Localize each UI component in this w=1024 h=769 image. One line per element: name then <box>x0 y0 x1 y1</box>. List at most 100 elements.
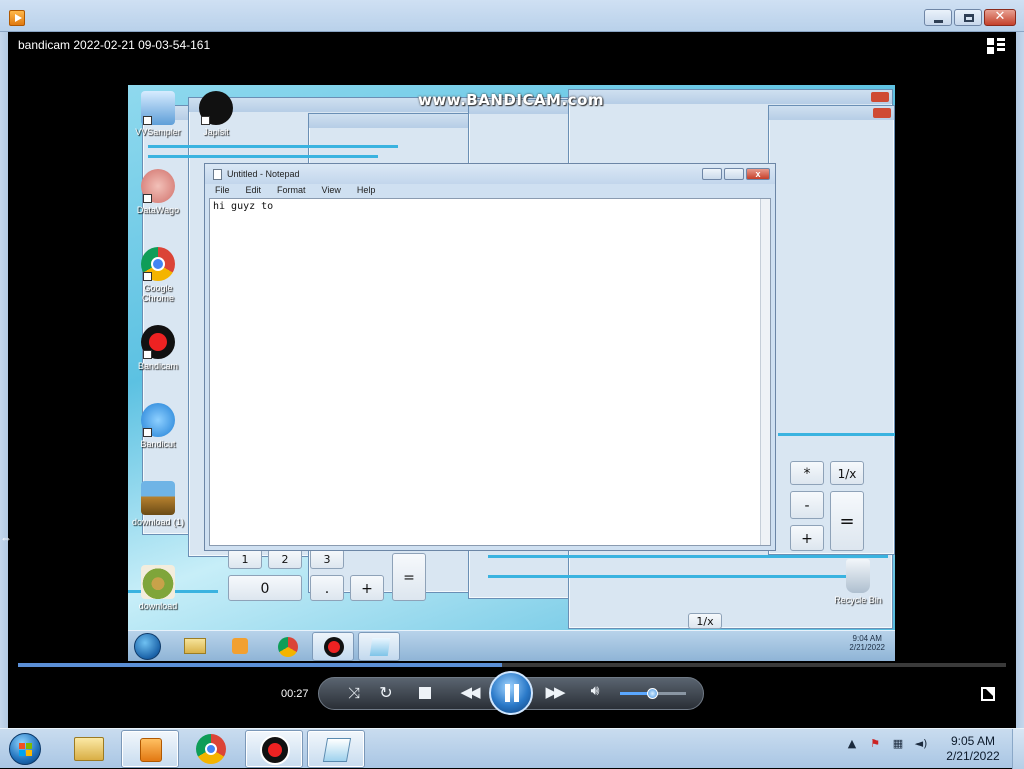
desktop-icon-bandicut[interactable]: Bandicut <box>128 403 188 449</box>
desktop-icon-vvsampler[interactable]: VVSampler <box>128 91 188 137</box>
switch-to-library-icon[interactable] <box>987 38 1005 54</box>
pause-button[interactable] <box>489 671 533 715</box>
chrome-icon <box>196 734 226 764</box>
volume-handle[interactable] <box>647 688 658 699</box>
menu-format[interactable]: Format <box>271 185 306 197</box>
notepad-maximize-button[interactable] <box>724 168 744 180</box>
bandicam-record-icon <box>141 325 175 359</box>
volume-icon[interactable]: 🔊︎ <box>585 683 605 699</box>
calc-key: 3 <box>310 549 344 569</box>
bandicam-record-icon <box>260 735 290 765</box>
repeat-icon[interactable]: ↻ <box>376 683 396 702</box>
seek-bar[interactable] <box>18 663 1006 667</box>
video-frame[interactable]: 0 . + = 1 2 3 * 1/x - + = 1/x www.BANDIC… <box>128 85 895 661</box>
seek-progress <box>18 663 503 667</box>
network-icon[interactable]: ▦ <box>891 737 905 751</box>
fingerprint-icon <box>141 169 175 203</box>
previous-icon[interactable]: ◀◀ <box>455 683 483 701</box>
volume-slider[interactable] <box>620 688 686 699</box>
clock-time: 9:05 AM <box>950 734 996 748</box>
chrome-icon <box>141 247 175 281</box>
close-icon: ✕ <box>994 9 1006 24</box>
calc-key: 0 <box>228 575 302 601</box>
windows-logo-icon <box>9 733 41 765</box>
taskbar-chrome-button[interactable] <box>182 730 240 768</box>
taskbar-media-player-button[interactable] <box>121 730 179 768</box>
window-frame-left <box>0 32 8 728</box>
folder-icon <box>74 737 104 761</box>
minimize-icon <box>934 20 943 23</box>
maximize-button[interactable] <box>954 9 982 26</box>
recorded-chrome-icon <box>266 632 308 661</box>
desktop-icon-datawago[interactable]: DataWago <box>128 169 188 215</box>
media-title: bandicam 2022-02-21 09-03-54-161 <box>18 38 211 52</box>
media-player-app-icon[interactable] <box>9 10 25 26</box>
recorded-bandicam-icon <box>312 632 354 661</box>
calc-key: + <box>790 525 824 551</box>
menu-help[interactable]: Help <box>351 185 376 197</box>
menu-edit[interactable]: Edit <box>240 185 262 197</box>
taskbar-bandicam-button[interactable] <box>245 730 303 768</box>
japisit-icon <box>199 91 233 125</box>
menu-file[interactable]: File <box>209 185 230 197</box>
shuffle-icon[interactable]: ⤨ <box>344 684 364 702</box>
desktop-icon-bandicam[interactable]: Bandicam <box>128 325 188 371</box>
calc-key: * <box>790 461 824 485</box>
notepad-title: Untitled - Notepad <box>227 169 300 179</box>
recorded-player-icon <box>220 632 262 661</box>
timecode: 00:27 <box>281 688 309 700</box>
computer-icon <box>141 91 175 125</box>
close-button[interactable]: ✕ <box>984 9 1016 26</box>
bandicut-icon <box>141 403 175 437</box>
notepad-scrollbar[interactable] <box>760 199 770 545</box>
clock-date: 2/21/2022 <box>946 749 1000 763</box>
calc-key: 1 <box>228 549 262 569</box>
pause-icon <box>505 684 519 702</box>
window-titlebar[interactable]: ✕ <box>0 0 1024 32</box>
show-hidden-icons-icon[interactable]: ▲ <box>845 737 859 751</box>
notepad-content: hi guyz to <box>213 201 274 212</box>
calc-key: 1/x <box>830 461 864 485</box>
taskbar-notepad-button[interactable] <box>307 730 365 768</box>
stop-icon[interactable] <box>419 687 431 699</box>
avocado-image-icon <box>141 565 175 599</box>
menu-view[interactable]: View <box>316 185 341 197</box>
resize-cursor-icon: ⇔ <box>0 531 12 545</box>
notepad-minimize-button[interactable] <box>702 168 722 180</box>
desktop-icon-download-1[interactable]: download (1) <box>128 481 188 527</box>
volume-tray-icon[interactable]: ◄) <box>914 737 928 751</box>
recorded-explorer-icon <box>174 632 216 661</box>
notepad-text-area[interactable]: hi guyz to <box>209 198 771 546</box>
calc-key: 1/x <box>688 613 722 629</box>
calc-key: = <box>830 491 864 551</box>
notepad-titlebar[interactable]: Untitled - Notepad x <box>205 164 775 184</box>
desktop-icon-download[interactable]: download <box>128 565 188 611</box>
notepad-window[interactable]: Untitled - Notepad x File Edit Format Vi… <box>204 163 776 551</box>
desktop-icon-japisit[interactable]: Japisit <box>186 91 246 137</box>
start-button[interactable] <box>6 731 46 767</box>
calc-key: = <box>392 553 426 601</box>
fullscreen-icon[interactable] <box>981 687 995 701</box>
calc-key: . <box>310 575 344 601</box>
desktop-icon-recycle-bin[interactable]: Recycle Bin <box>828 559 888 605</box>
recorded-clock: 9:04 AM 2/21/2022 <box>849 634 885 652</box>
notepad-close-button[interactable]: x <box>746 168 770 180</box>
next-icon[interactable]: ▶▶ <box>540 683 568 701</box>
taskbar-clock[interactable]: 9:05 AM 2/21/2022 <box>938 734 1008 764</box>
show-desktop-button[interactable] <box>1012 729 1024 769</box>
image-thumbnail-icon <box>141 481 175 515</box>
ghost-window <box>768 105 895 555</box>
taskbar-explorer-button[interactable] <box>60 730 118 768</box>
recorded-start-icon <box>134 633 161 660</box>
action-center-flag-icon[interactable]: ⚑ <box>868 737 882 751</box>
calc-key: - <box>790 491 824 519</box>
window-frame-right <box>1016 32 1024 728</box>
calc-key: 2 <box>268 549 302 569</box>
notepad-menubar: File Edit Format View Help <box>209 185 375 197</box>
media-player-window: ✕ bandicam 2022-02-21 09-03-54-161 0 . +… <box>0 0 1024 728</box>
recycle-bin-icon <box>846 559 870 593</box>
desktop-icon-google-chrome[interactable]: Google Chrome <box>128 247 188 303</box>
calc-key: + <box>350 575 384 601</box>
minimize-button[interactable] <box>924 9 952 26</box>
notepad-window-controls: x <box>702 168 770 180</box>
